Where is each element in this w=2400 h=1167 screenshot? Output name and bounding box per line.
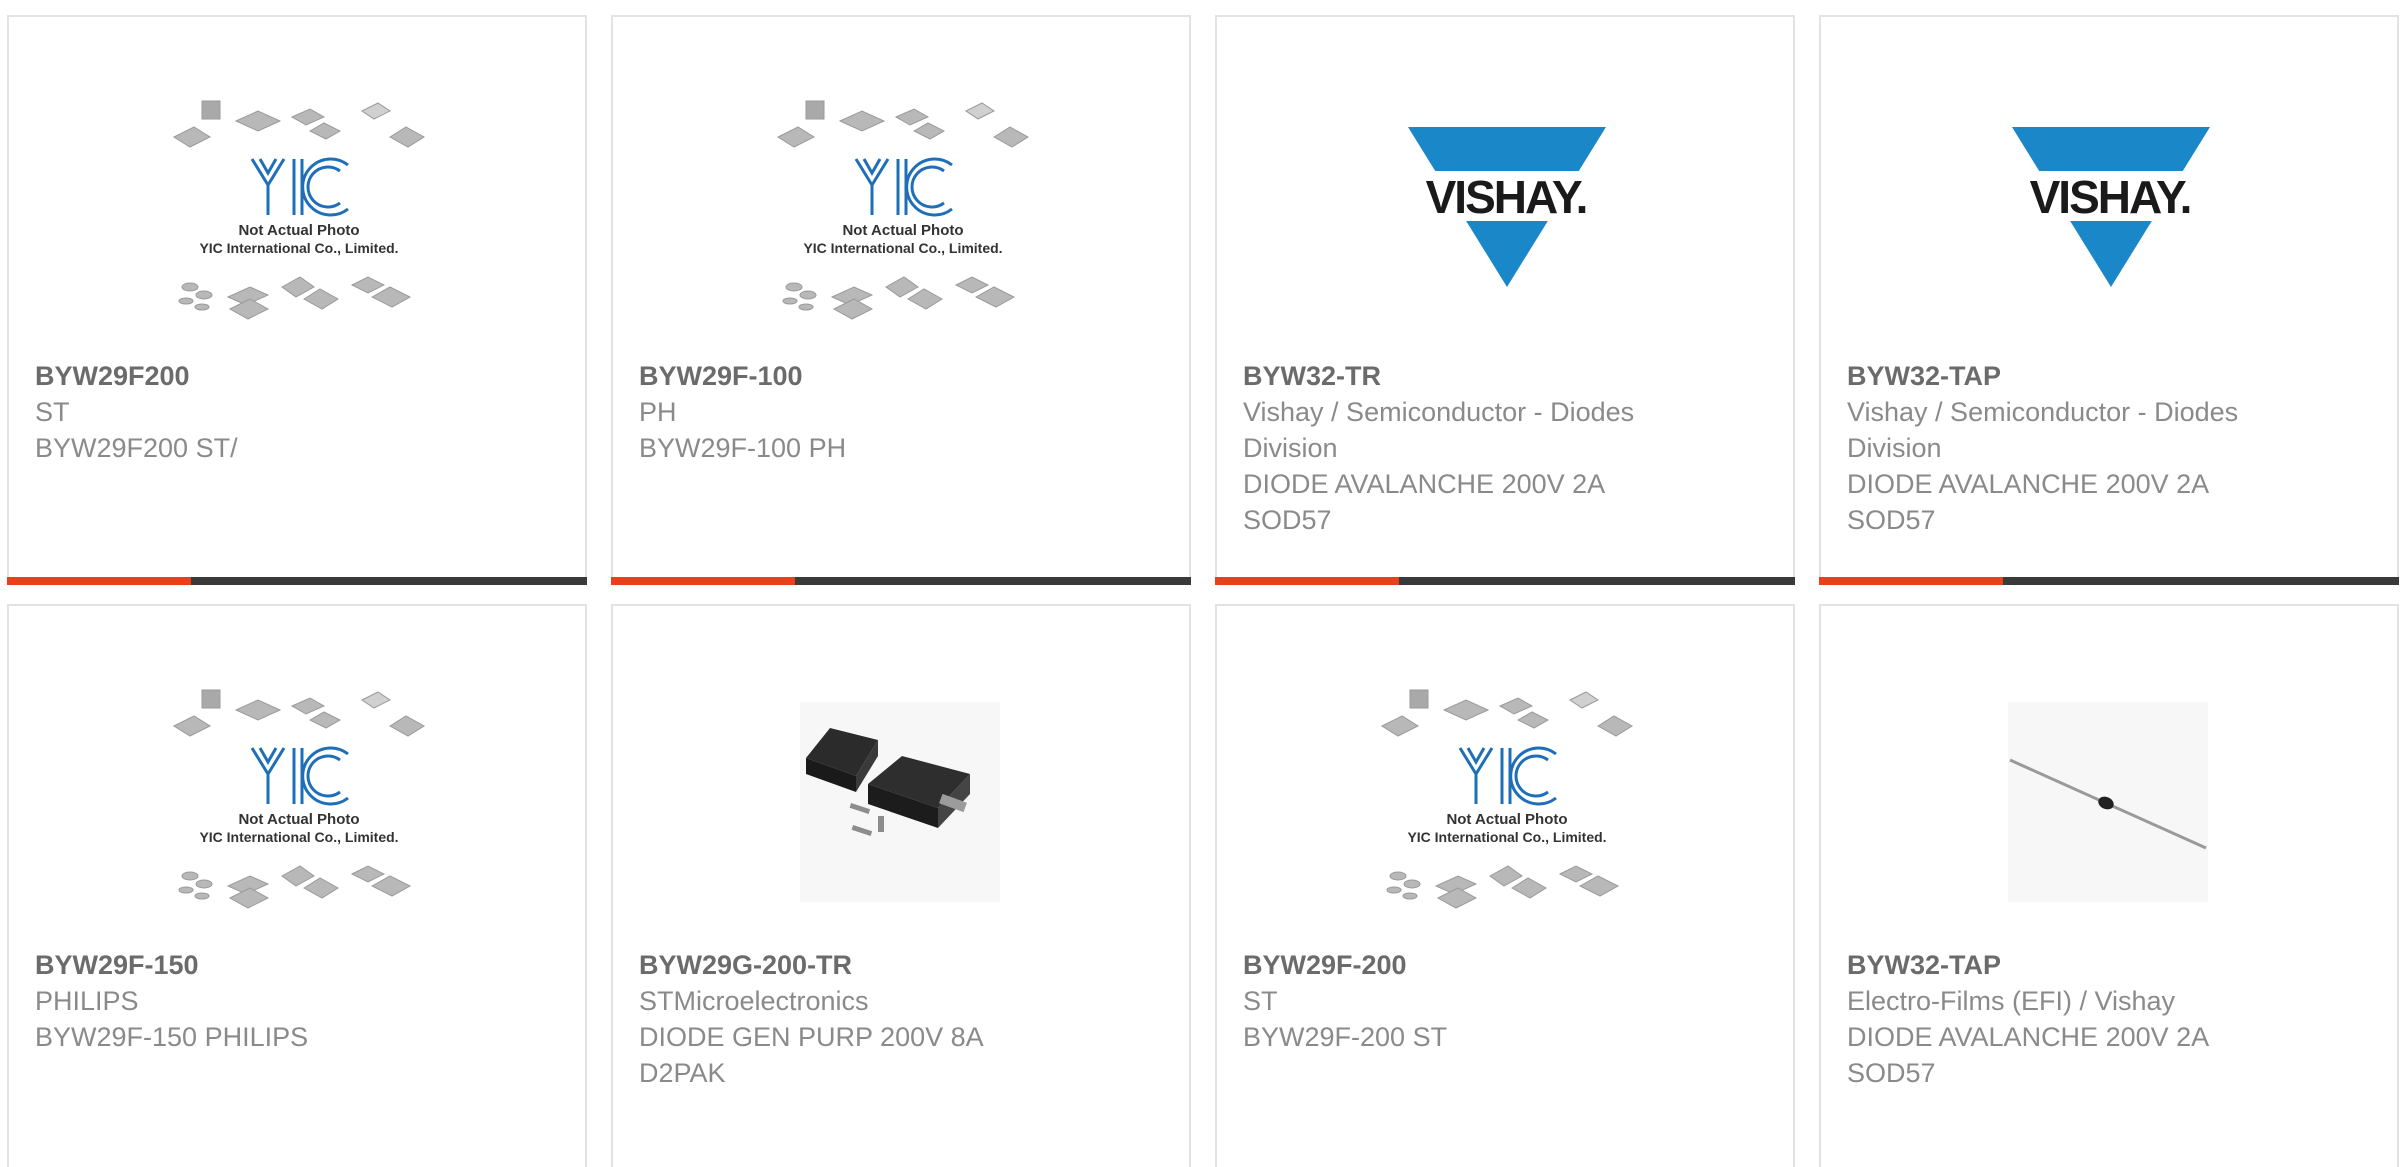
yic-placeholder-image: Not Actual Photo YIC International Co., … [172, 100, 425, 320]
svg-text:Not Actual Photo: Not Actual Photo [238, 222, 359, 239]
product-image: Not Actual Photo YIC International Co., … [164, 688, 434, 918]
package: SOD57 [1847, 505, 1936, 535]
card-accent-bar [611, 577, 795, 585]
product-image [768, 688, 1038, 918]
product-image: Not Actual Photo YIC International Co., … [1372, 688, 1642, 918]
package: SOD57 [1847, 1058, 1936, 1088]
card-accent-bar [1215, 577, 1399, 585]
product-image: VISHAY. [1976, 99, 2246, 329]
part-number[interactable]: BYW29F200 [35, 358, 561, 394]
card-accent-bar [7, 577, 191, 585]
product-image: Not Actual Photo YIC International Co., … [164, 99, 434, 329]
manufacturer: Electro-Films (EFI) / Vishay [1847, 986, 2176, 1016]
description: DIODE GEN PURP 200V 8A [639, 1022, 984, 1052]
svg-text:YIC International Co., Limited: YIC International Co., Limited. [199, 829, 398, 845]
part-number[interactable]: BYW29F-150 [35, 947, 561, 983]
svg-text:VISHAY.: VISHAY. [1426, 171, 1587, 223]
product-card[interactable]: VISHAY. BYW32-TR Vishay / Semiconductor … [1215, 15, 1795, 585]
card-bottom-bar [611, 577, 1191, 585]
axial-diode-photo-image [2008, 702, 2208, 902]
card-bottom-bar [1819, 577, 2399, 585]
part-number[interactable]: BYW29G-200-TR [639, 947, 1165, 983]
svg-text:Not Actual Photo: Not Actual Photo [842, 222, 963, 239]
description: DIODE AVALANCHE 200V 2A [1847, 1022, 2210, 1052]
manufacturer: Vishay / Semiconductor - Diodes [1243, 397, 1635, 427]
card-accent-bar [1819, 577, 2003, 585]
product-card[interactable]: Not Actual Photo YIC International Co., … [7, 15, 587, 585]
product-card[interactable]: Not Actual Photo YIC International Co., … [611, 15, 1191, 585]
manufacturer-cont: Division [1847, 433, 1942, 463]
yic-placeholder-image: Not Actual Photo YIC International Co., … [776, 100, 1029, 320]
description: DIODE AVALANCHE 200V 2A [1847, 469, 2210, 499]
product-card[interactable]: Not Actual Photo YIC International Co., … [1215, 604, 1795, 1167]
part-number[interactable]: BYW32-TR [1243, 358, 1769, 394]
manufacturer: ST [1243, 986, 1278, 1016]
part-number[interactable]: BYW32-TAP [1847, 947, 2373, 983]
card-bottom-bar [1215, 577, 1795, 585]
manufacturer-cont: Division [1243, 433, 1338, 463]
svg-text:Not Actual Photo: Not Actual Photo [238, 811, 359, 828]
manufacturer: PHILIPS [35, 986, 139, 1016]
product-card[interactable]: Not Actual Photo YIC International Co., … [7, 604, 587, 1167]
d2pak-photo-image [800, 702, 1000, 902]
part-number[interactable]: BYW32-TAP [1847, 358, 2373, 394]
product-card[interactable]: BYW29G-200-TR STMicroelectronics DIODE G… [611, 604, 1191, 1167]
svg-text:VISHAY.: VISHAY. [2030, 171, 2191, 223]
product-image: Not Actual Photo YIC International Co., … [768, 99, 1038, 329]
svg-text:YIC International Co., Limited: YIC International Co., Limited. [1407, 829, 1606, 845]
vishay-logo-image: VISHAY. [1372, 99, 1642, 329]
part-number[interactable]: BYW29F-100 [639, 358, 1165, 394]
vishay-logo-image: VISHAY. [1976, 99, 2246, 329]
description: BYW29F200 ST/ [35, 433, 238, 463]
svg-text:Not Actual Photo: Not Actual Photo [1446, 811, 1567, 828]
product-card[interactable]: BYW32-TAP Electro-Films (EFI) / Vishay D… [1819, 604, 2399, 1167]
part-number[interactable]: BYW29F-200 [1243, 947, 1769, 983]
manufacturer: ST [35, 397, 70, 427]
package: SOD57 [1243, 505, 1332, 535]
product-image [1976, 688, 2246, 918]
card-bottom-bar [7, 577, 587, 585]
svg-text:YIC International Co., Limited: YIC International Co., Limited. [199, 240, 398, 256]
description: BYW29F-100 PH [639, 433, 847, 463]
product-image: VISHAY. [1372, 99, 1642, 329]
description: BYW29F-150 PHILIPS [35, 1022, 309, 1052]
svg-text:YIC International Co., Limited: YIC International Co., Limited. [803, 240, 1002, 256]
yic-placeholder-image: Not Actual Photo YIC International Co., … [172, 689, 425, 909]
manufacturer: Vishay / Semiconductor - Diodes [1847, 397, 2239, 427]
manufacturer: PH [639, 397, 677, 427]
package: D2PAK [639, 1058, 726, 1088]
manufacturer: STMicroelectronics [639, 986, 869, 1016]
description: BYW29F-200 ST [1243, 1022, 1448, 1052]
product-card[interactable]: VISHAY. BYW32-TAP Vishay / Semiconductor… [1819, 15, 2399, 585]
yic-placeholder-image: Not Actual Photo YIC International Co., … [1380, 689, 1633, 909]
product-grid: Not Actual Photo YIC International Co., … [0, 0, 2400, 1167]
description: DIODE AVALANCHE 200V 2A [1243, 469, 1606, 499]
